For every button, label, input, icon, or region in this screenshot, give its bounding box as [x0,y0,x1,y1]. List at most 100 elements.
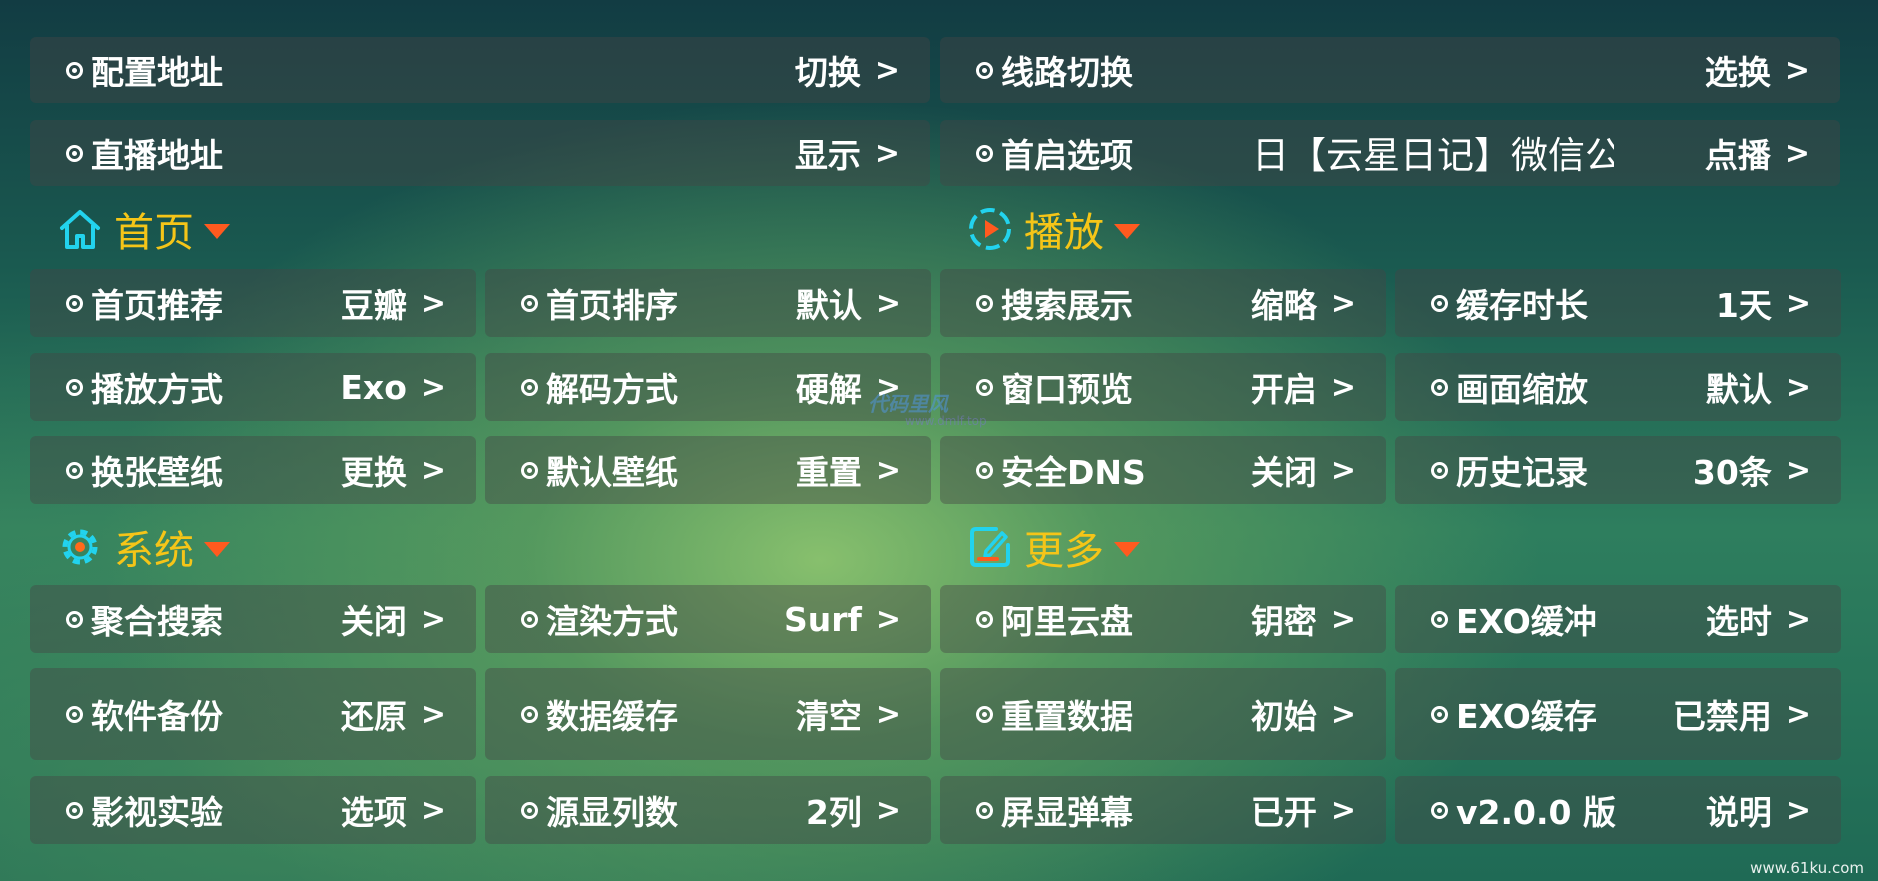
row-label: 聚合搜索 [91,602,223,641]
section-title: 更多 [1024,528,1104,574]
row-value: 钥密 [1250,602,1317,641]
row-value: 清空 [795,697,862,736]
software-backup-row[interactable]: 软件备份 还原 > [30,668,476,760]
chevron-right-icon: > [420,792,446,828]
row-label: 阿里云盘 [1001,602,1133,641]
cache-duration-row[interactable]: 缓存时长 1天 > [1395,269,1841,337]
aliyun-drive-row[interactable]: 阿里云盘 钥密 > [940,585,1386,653]
radio-icon [976,801,993,819]
row-label: 解码方式 [546,370,678,409]
chevron-right-icon: > [874,52,900,88]
row-value: 初始 [1250,697,1317,736]
window-preview-row[interactable]: 窗口预览 开启 > [940,353,1386,421]
row-value: 2列 [805,793,862,832]
dropdown-triangle-icon [204,223,230,239]
row-value: 开启 [1250,370,1317,409]
config-address-row[interactable]: 配置地址 切换 > [30,37,930,103]
chevron-right-icon: > [875,792,901,828]
chevron-right-icon: > [1330,285,1356,321]
chevron-right-icon: > [420,285,446,321]
row-label: 数据缓存 [546,697,678,736]
radio-icon [521,294,538,312]
secure-dns-row[interactable]: 安全DNS 关闭 > [940,436,1386,504]
exo-buffer-row[interactable]: EXO缓冲 选时 > [1395,585,1841,653]
dropdown-triangle-icon [204,541,230,557]
history-record-row[interactable]: 历史记录 30条 > [1395,436,1841,504]
section-title: 首页 [114,210,194,256]
row-value: 关闭 [1250,453,1317,492]
watermark-url: www.dmlf.top [905,414,987,428]
home-icon [60,210,100,249]
row-value: 默认 [795,286,862,325]
default-wallpaper-row[interactable]: 默认壁纸 重置 > [485,436,931,504]
version-info-row[interactable]: v2.0.0 版 说明 > [1395,776,1841,844]
row-value: 硬解 [795,370,862,409]
live-address-row[interactable]: 直播地址 显示 > [30,120,930,186]
chevron-right-icon: > [1785,696,1811,732]
radio-icon [66,461,83,479]
chevron-right-icon: > [420,369,446,405]
radio-icon [976,294,993,312]
row-label: 播放方式 [91,370,223,409]
search-display-row[interactable]: 搜索展示 缩略 > [940,269,1386,337]
chevron-right-icon: > [1330,369,1356,405]
row-value: 点播 [1704,136,1771,175]
row-value: 缩略 [1250,286,1317,325]
exo-cache-row[interactable]: EXO缓存 已禁用 > [1395,668,1841,760]
radio-icon [976,461,993,479]
row-value: 关闭 [340,602,407,641]
row-label: 渲染方式 [546,602,678,641]
chevron-right-icon: > [420,452,446,488]
watermark-text: 代码里风 [868,392,948,416]
route-switch-row[interactable]: 线路切换 选换 > [940,37,1840,103]
chevron-right-icon: > [1784,52,1810,88]
row-value: 选换 [1704,53,1771,92]
render-mode-row[interactable]: 渲染方式 Surf > [485,585,931,653]
radio-icon [1431,705,1448,723]
decode-mode-row[interactable]: 解码方式 硬解 > [485,353,931,421]
row-value: 说明 [1705,793,1772,832]
row-label: EXO缓冲 [1456,602,1597,641]
row-label: 首页排序 [546,286,678,325]
radio-icon [66,378,83,396]
chevron-right-icon: > [1785,792,1811,828]
radio-icon [1431,294,1448,312]
video-lab-row[interactable]: 影视实验 选项 > [30,776,476,844]
data-cache-row[interactable]: 数据缓存 清空 > [485,668,931,760]
chevron-right-icon: > [1785,452,1811,488]
chevron-right-icon: > [875,285,901,321]
section-system-header[interactable]: 系统 [56,518,230,576]
reset-data-row[interactable]: 重置数据 初始 > [940,668,1386,760]
gear-icon [62,529,98,565]
aggregate-search-row[interactable]: 聚合搜索 关闭 > [30,585,476,653]
home-sort-row[interactable]: 首页排序 默认 > [485,269,931,337]
change-wallpaper-row[interactable]: 换张壁纸 更换 > [30,436,476,504]
radio-icon [66,61,83,79]
source-columns-row[interactable]: 源显列数 2列 > [485,776,931,844]
row-value: 已开 [1250,793,1317,832]
radio-icon [976,144,993,162]
radio-icon [1431,610,1448,628]
row-value: 1天 [1715,286,1772,325]
screen-danmaku-row[interactable]: 屏显弹幕 已开 > [940,776,1386,844]
radio-icon [976,705,993,723]
row-label: EXO缓存 [1456,697,1597,736]
play-mode-row[interactable]: 播放方式 Exo > [30,353,476,421]
row-label: 影视实验 [91,793,223,832]
picture-scale-row[interactable]: 画面缩放 默认 > [1395,353,1841,421]
row-value: 选时 [1705,602,1772,641]
row-value: 已禁用 [1672,697,1772,736]
row-label: 重置数据 [1001,697,1133,736]
section-play-header[interactable]: 播放 [966,200,1140,258]
section-more-header[interactable]: 更多 [966,518,1140,576]
row-label: 直播地址 [91,136,223,175]
row-label: 缓存时长 [1456,286,1588,325]
chevron-right-icon: > [875,452,901,488]
home-recommend-row[interactable]: 首页推荐 豆瓣 > [30,269,476,337]
dropdown-triangle-icon [1114,541,1140,557]
section-home-header[interactable]: 首页 [56,200,230,258]
radio-icon [521,801,538,819]
section-title: 播放 [1024,210,1104,256]
radio-icon [1431,801,1448,819]
row-label: 窗口预览 [1001,370,1133,409]
